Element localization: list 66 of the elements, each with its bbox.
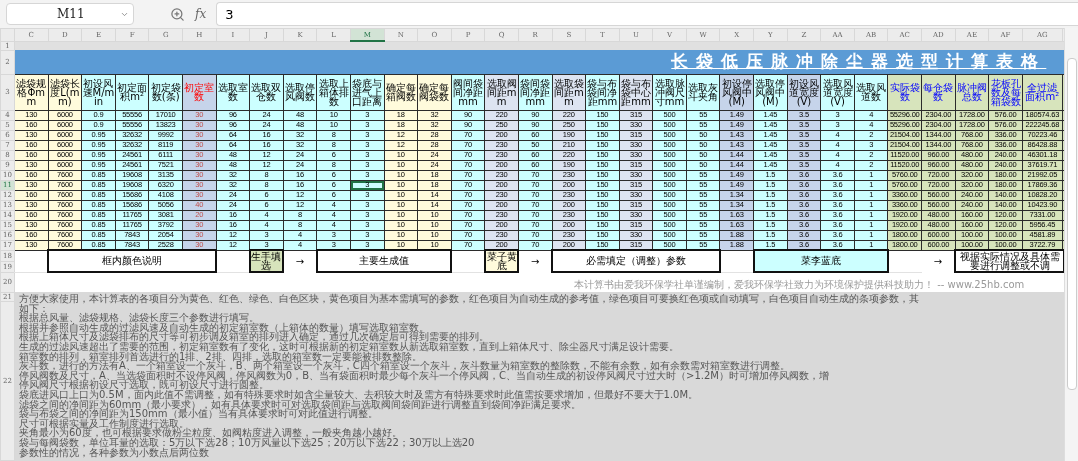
header-cell: 袋间袋间净距mm: [518, 74, 552, 110]
header-cell: 脉冲阀总数: [955, 74, 989, 110]
legend-label: 框内颜色说明: [48, 250, 217, 272]
vertical-scrollbar[interactable]: [1064, 28, 1078, 461]
header-cell: 选取阀间距mm: [484, 74, 519, 110]
legend-arrow: →: [283, 250, 317, 272]
header-cell: 实际袋数: [887, 74, 922, 110]
header-cell: 袋与布袋间净距mm: [585, 74, 620, 110]
note-line: 参数性的情况，各种参数为小数点后两位数: [19, 447, 209, 458]
header-cell: 花板孔数及每箱袋数: [988, 74, 1023, 110]
legend-arrow: →: [921, 250, 956, 272]
header-cell: 初设停风阀中(M): [719, 74, 754, 110]
header-cell: 初设风速M/min: [81, 74, 116, 110]
header-cell: 初设风道宽度(V): [787, 74, 821, 110]
header-cell: 阀间袋间净距mm: [451, 74, 485, 110]
note-line: 停风阀尺寸根据初设尺寸选取，既可初设尺寸进行圆整。: [19, 380, 269, 390]
note-line: 生成的过滤风速超出了需要的范围，初定箱室数有了变化，这时可根据新的初定箱室数从新选取箱室数，直到上箱体尺寸、除尘器尺寸满足设计需要。: [19, 341, 679, 352]
note-line: 如下：: [19, 303, 49, 314]
zoom-icon[interactable]: [170, 6, 185, 22]
function-label[interactable]: fx: [195, 7, 207, 21]
header-cell: 全过滤面积m²: [1022, 74, 1063, 110]
credit-text: 本计算书由爱我环保学社单谨编制，爱我环保学社致力为环境保护提供科技助力！ -- www.25hb.com: [574, 279, 1025, 290]
note-line: 袋底进风口上口为0.5M，面内此值不需调整，如有特殊要求时如含尘量较大、去积较大时及需方有特殊要求时此值需按要求增加，但最好不要大于1.0M。: [19, 389, 699, 400]
header-cell: 选取停风阀数: [283, 74, 317, 110]
legend-swatch: 菜李蓝底: [753, 250, 888, 272]
header-cell: 确定每阀袋数: [417, 74, 452, 110]
header-cell: 袋底与进气上口距离: [350, 74, 385, 110]
note-line: 根据上箱体尺寸及滤袋排布的尺寸等可初步调及箱室的排列进入确定，通过几次确定后可得到需要的排列。: [19, 332, 489, 342]
note-line: 根据总风量、滤袋规格、滤袋长度三个参数进行填写。: [19, 313, 259, 323]
header-cell: 选取风道数: [854, 74, 888, 110]
header-cell: 选取室数: [216, 74, 250, 110]
header-cell: 选取双仓数: [249, 74, 284, 110]
note-line: 根据并参照自动生成的过滤风速及自动生成的初定箱室数（上箱体的数量）填写选取箱室数。: [19, 322, 429, 333]
note-line: 尺寸可根据实量及工作制度进行选取。: [19, 418, 189, 429]
header-cell: 袋与布袋中心距mm: [619, 74, 653, 110]
note-line: 袋与布袋之间的净间距为150mm（最小值）当有具体要求时可对此值进行调整。: [19, 409, 378, 419]
header-cell: 选取灰斗夹角: [686, 74, 720, 110]
legend-swatch: 菜子黄底: [484, 250, 519, 272]
note-line: 夹角最小为60度，也可根据要求做粉尘粒度、如阀粘度进入调整，一般夹角越小越好。: [19, 428, 402, 438]
header-cell: 确定每箱阀数: [384, 74, 418, 110]
note-line: 袋与每阀袋数，单位耳量的选取：5万以下选28；10万风量以下选25；20万以下选22；30万以上选20: [19, 437, 475, 448]
header-cell: 初定面积m²: [115, 74, 149, 110]
legend-arrow: →: [518, 250, 552, 272]
name-box[interactable]: M11: [6, 3, 134, 25]
legend-label: 主要生成值: [316, 250, 452, 272]
header-cell: 选取脉冲阀尺寸mm: [652, 74, 687, 110]
sheet-title: 长袋低压脉冲除尘器选型计算表格: [671, 51, 1047, 72]
legend-label: 视据实际情况及具体需要进行调整或不调: [955, 250, 1065, 272]
scrollbar-thumb[interactable]: [1066, 58, 1077, 390]
header-cell: 每仓袋数: [921, 74, 956, 110]
formula-field[interactable]: 3: [216, 2, 1078, 26]
note-line: 箱室数的排列，箱室排列首选进行的1排、2排、四排，选取的箱室数一定要能被排数整除。: [19, 351, 422, 362]
note-line: 灰斗数，进行的方法有A、一个箱室设一个灰斗，B、两个箱室设一个灰斗，C四个箱室设一个灰斗，灰斗数量为箱室数的整除数，不能有余数，如有余数需对箱室数进行调整。: [19, 361, 790, 371]
note-line: 滤袋之间的净间距为60mm（最小要求），如有具体要求时可对选取袋间距与选取阀间袋间距进行调整直到袋间净距满足要求。: [19, 399, 582, 410]
header-cell: 初定室数: [182, 74, 217, 110]
legend-label: 必需填定（调整）参数: [552, 250, 720, 272]
header-cell: 初定袋数(条): [148, 74, 183, 110]
legend-swatch: 生手填选: [249, 250, 284, 272]
header-cell: 选取袋间距mm: [552, 74, 586, 110]
header-cell: 选取上箱体排数: [316, 74, 351, 110]
header-cell: 滤袋长度L(mm): [48, 74, 82, 110]
header-cell: 滤袋规格Φmm: [14, 74, 49, 110]
header-cell: 选取停风阀中(M): [753, 74, 788, 110]
header-cell: 选取风道宽度(V): [820, 74, 855, 110]
note-line: 停风阀数及尺寸，A、当选袋面积时不设停风阀，停风阀数为0，B、当有袋面积时最少每个灰斗一个停风阀，C、当自动生成的初设停风阀尺寸过大时（>1.2M）时可增加停风阀数，增: [19, 370, 829, 381]
note-line: 方便大家使用，本计算表的各项目分为黄色、红色、绿色、白色区块，黄色项目为基本需填写的参数，红色项目为自动生成的参考值，绿色项目可要换红色项或自动填写，白色项目自动生成的条项参数，其: [19, 294, 919, 304]
